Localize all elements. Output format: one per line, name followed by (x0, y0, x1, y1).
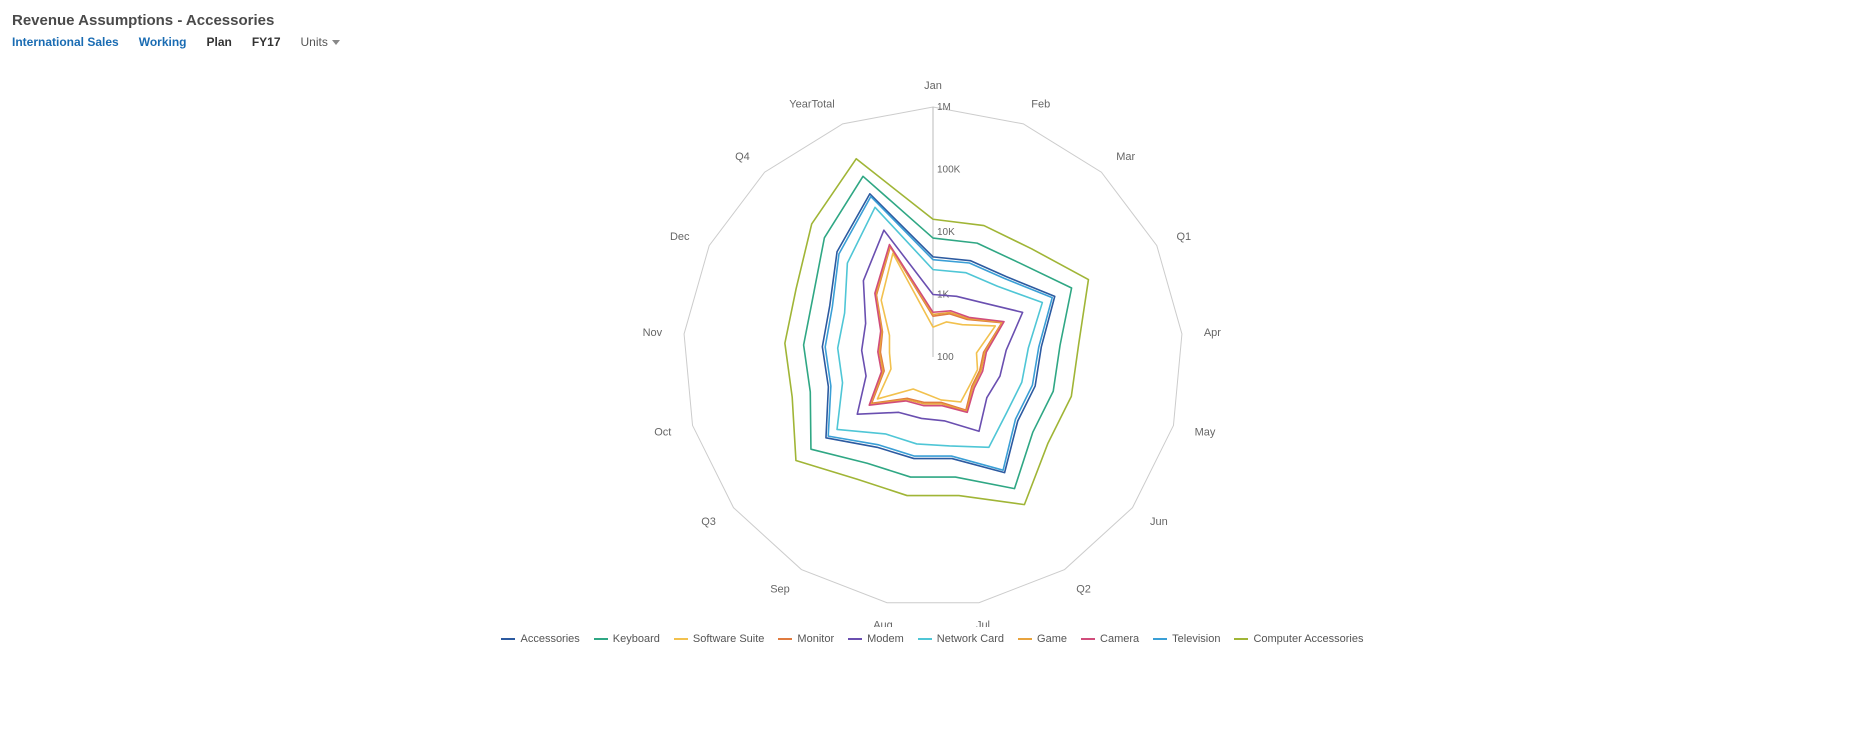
page-title: Revenue Assumptions - Accessories (0, 0, 1865, 33)
svg-text:Apr: Apr (1203, 327, 1220, 339)
legend-item[interactable]: Accessories (501, 633, 579, 645)
legend-item[interactable]: Camera (1081, 633, 1139, 645)
filter-version[interactable]: Working (139, 35, 187, 49)
svg-text:Sep: Sep (770, 583, 790, 595)
svg-text:10K: 10K (937, 227, 955, 238)
filter-market[interactable]: International Sales (12, 35, 119, 49)
legend-item[interactable]: Game (1018, 633, 1067, 645)
filter-uom[interactable]: Units (301, 35, 340, 49)
legend-label: Network Card (937, 633, 1004, 645)
svg-text:Feb: Feb (1031, 98, 1050, 110)
svg-text:YearTotal: YearTotal (789, 98, 834, 110)
legend-item[interactable]: Network Card (918, 633, 1004, 645)
svg-text:Q2: Q2 (1076, 583, 1091, 595)
legend-label: Television (1172, 633, 1220, 645)
filter-scenario[interactable]: Plan (206, 35, 231, 49)
legend-swatch (501, 638, 515, 640)
svg-text:Oct: Oct (654, 426, 671, 438)
svg-text:Dec: Dec (669, 231, 689, 243)
radar-chart: 1001K10K100K1MJanFebMarQ1AprMayJunQ2JulA… (383, 57, 1483, 627)
svg-text:May: May (1194, 426, 1215, 438)
chart-legend: Accessories Keyboard Software Suite Monitor… (0, 627, 1865, 655)
legend-swatch (778, 638, 792, 640)
legend-swatch (1081, 638, 1095, 640)
legend-item[interactable]: Keyboard (594, 633, 660, 645)
legend-item[interactable]: Television (1153, 633, 1220, 645)
filter-year[interactable]: FY17 (252, 35, 281, 49)
filter-bar: International Sales Working Plan FY17 Un… (0, 33, 1865, 57)
legend-label: Monitor (797, 633, 834, 645)
svg-text:Q3: Q3 (701, 516, 716, 528)
svg-text:Q1: Q1 (1176, 231, 1191, 243)
legend-swatch (848, 638, 862, 640)
legend-label: Software Suite (693, 633, 765, 645)
svg-text:Aug: Aug (873, 619, 893, 627)
svg-text:100K: 100K (937, 165, 961, 176)
svg-text:Jul: Jul (975, 619, 989, 627)
svg-text:1M: 1M (937, 102, 951, 113)
legend-item[interactable]: Software Suite (674, 633, 765, 645)
legend-swatch (674, 638, 688, 640)
svg-text:Q4: Q4 (735, 151, 750, 163)
legend-label: Computer Accessories (1253, 633, 1363, 645)
legend-swatch (1018, 638, 1032, 640)
legend-swatch (594, 638, 608, 640)
legend-swatch (1234, 638, 1248, 640)
svg-text:100: 100 (937, 352, 954, 363)
legend-label: Camera (1100, 633, 1139, 645)
legend-item[interactable]: Modem (848, 633, 904, 645)
filter-uom-label: Units (301, 35, 328, 49)
legend-label: Accessories (520, 633, 579, 645)
chevron-down-icon (332, 40, 340, 45)
legend-swatch (1153, 638, 1167, 640)
legend-label: Game (1037, 633, 1067, 645)
svg-text:Jan: Jan (924, 80, 942, 92)
legend-item[interactable]: Computer Accessories (1234, 633, 1363, 645)
svg-text:Mar: Mar (1116, 151, 1135, 163)
legend-item[interactable]: Monitor (778, 633, 834, 645)
legend-label: Keyboard (613, 633, 660, 645)
svg-text:Jun: Jun (1150, 516, 1168, 528)
legend-label: Modem (867, 633, 904, 645)
svg-text:Nov: Nov (642, 327, 662, 339)
legend-swatch (918, 638, 932, 640)
